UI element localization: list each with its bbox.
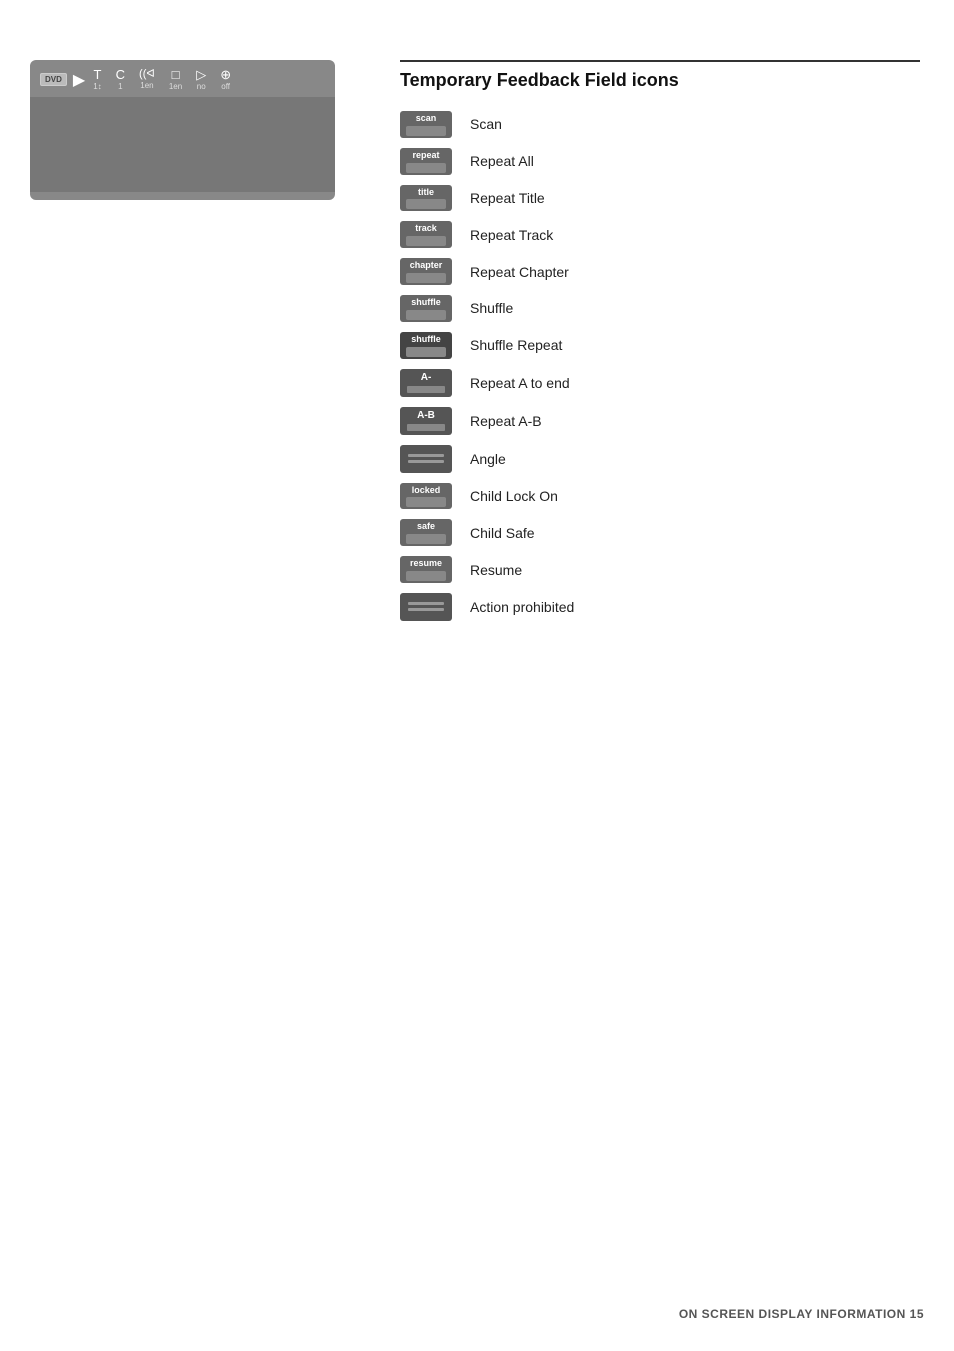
list-item: resume Resume: [400, 556, 920, 583]
page-footer-text: ON SCREEN DISPLAY INFORMATION 15: [679, 1307, 924, 1321]
osd-controls: T 1↕ C 1 ((ᐊ 1en □ 1en ▷ no: [93, 68, 231, 91]
right-panel: Temporary Feedback Field icons scan Scan…: [400, 60, 920, 631]
chapter-icon-badge: chapter: [400, 258, 452, 285]
title-icon-badge: title: [400, 185, 452, 212]
osd-top-bar: DVD ▶ T 1↕ C 1 ((ᐊ 1en □ 1en: [30, 60, 335, 97]
a-end-icon-badge: A-: [400, 369, 452, 397]
resume-icon-badge: resume: [400, 556, 452, 583]
shuffle-repeat-label: Shuffle Repeat: [470, 337, 562, 353]
repeat-track-label: Repeat Track: [470, 227, 553, 243]
repeat-chapter-label: Repeat Chapter: [470, 264, 569, 280]
prohibited-icon-badge: [400, 593, 452, 621]
angle-icon-badge: [400, 445, 452, 473]
shuffle-repeat-icon-badge: shuffle: [400, 332, 452, 359]
list-item: track Repeat Track: [400, 221, 920, 248]
angle-label: Angle: [470, 451, 506, 467]
osd-ctrl-angle: ▷ no: [196, 68, 206, 91]
track-icon-badge: track: [400, 221, 452, 248]
child-safe-label: Child Safe: [470, 525, 535, 541]
action-prohibited-label: Action prohibited: [470, 599, 574, 615]
scan-icon-badge: scan: [400, 111, 452, 138]
repeat-a-end-label: Repeat A to end: [470, 375, 570, 391]
osd-ctrl-zoom: ⊕ off: [220, 68, 231, 91]
dvd-badge: DVD: [40, 73, 67, 86]
page-footer: ON SCREEN DISPLAY INFORMATION 15: [679, 1307, 924, 1321]
child-lock-label: Child Lock On: [470, 488, 558, 504]
list-item: safe Child Safe: [400, 519, 920, 546]
osd-body: [30, 97, 335, 192]
shuffle-label: Shuffle: [470, 300, 513, 316]
list-item: shuffle Shuffle Repeat: [400, 332, 920, 359]
ab-icon-badge: A-B: [400, 407, 452, 435]
repeat-icon-badge: repeat: [400, 148, 452, 175]
list-item: A-B Repeat A-B: [400, 407, 920, 435]
list-item: Angle: [400, 445, 920, 473]
list-item: chapter Repeat Chapter: [400, 258, 920, 285]
locked-icon-badge: locked: [400, 483, 452, 510]
section-divider: [400, 60, 920, 62]
scan-label: Scan: [470, 116, 502, 132]
icon-list: scan Scan repeat Repeat All title Repeat…: [400, 111, 920, 621]
resume-label: Resume: [470, 562, 522, 578]
list-item: title Repeat Title: [400, 185, 920, 212]
osd-ctrl-title: T 1↕: [93, 68, 101, 91]
repeat-ab-label: Repeat A-B: [470, 413, 542, 429]
repeat-all-label: Repeat All: [470, 153, 534, 169]
list-item: locked Child Lock On: [400, 483, 920, 510]
list-item: A- Repeat A to end: [400, 369, 920, 397]
osd-caret-icon: ▶: [73, 70, 85, 90]
osd-screen: DVD ▶ T 1↕ C 1 ((ᐊ 1en □ 1en: [30, 60, 335, 200]
list-item: shuffle Shuffle: [400, 295, 920, 322]
list-item: repeat Repeat All: [400, 148, 920, 175]
osd-ctrl-audio: ((ᐊ 1en: [139, 69, 155, 90]
list-item: scan Scan: [400, 111, 920, 138]
safe-icon-badge: safe: [400, 519, 452, 546]
section-title: Temporary Feedback Field icons: [400, 70, 920, 91]
repeat-title-label: Repeat Title: [470, 190, 545, 206]
left-panel: DVD ▶ T 1↕ C 1 ((ᐊ 1en □ 1en: [30, 60, 370, 200]
osd-ctrl-chapter: C 1: [116, 68, 125, 91]
shuffle-icon-badge: shuffle: [400, 295, 452, 322]
osd-ctrl-subtitle: □ 1en: [169, 68, 182, 91]
list-item: Action prohibited: [400, 593, 920, 621]
